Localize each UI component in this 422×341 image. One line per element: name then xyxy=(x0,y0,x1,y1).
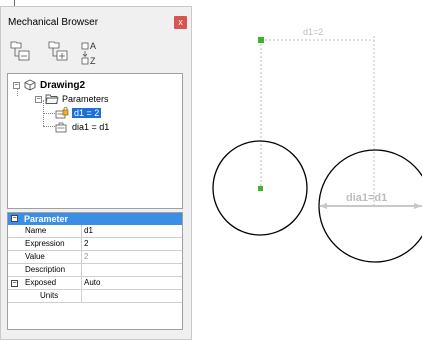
property-row[interactable]: Name d1 xyxy=(8,225,182,238)
parameter-icon xyxy=(55,122,67,133)
mechanical-browser-panel: Mechanical Browser x A Z − Drawing2 − Pa… xyxy=(0,6,192,340)
tree-node-parameter[interactable]: dia1 = d1 xyxy=(55,120,109,134)
tree-collapse-icon xyxy=(10,41,30,61)
properties-grid: − Parameter Name d1 Expression 2 Value 2… xyxy=(7,212,183,330)
grip-point-center[interactable] xyxy=(258,186,263,191)
category-row[interactable]: − Parameter xyxy=(8,213,182,225)
tree-label-parameters: Parameters xyxy=(62,94,109,104)
dimension-label-dia1[interactable]: dia1=d1 xyxy=(346,192,387,204)
drawing-icon xyxy=(24,79,36,91)
dimension-label-d1[interactable]: d1=2 xyxy=(303,27,323,37)
tree-node-drawing[interactable]: − Drawing2 xyxy=(13,78,85,92)
tree-node-parameter[interactable]: d1 = 2 xyxy=(55,106,102,120)
browser-tree: − Drawing2 − Parameters d1 = 2 dia1 = d1 xyxy=(7,73,183,209)
collapse-toggle-icon[interactable]: − xyxy=(11,215,18,222)
sort-a-text: A xyxy=(90,41,96,51)
category-label: Parameter xyxy=(24,214,69,224)
property-row[interactable]: Description xyxy=(8,264,182,277)
collapse-toggle-icon[interactable]: − xyxy=(11,280,18,287)
property-value: 2 xyxy=(84,252,89,261)
tree-label-parameter: dia1 = d1 xyxy=(72,122,110,132)
tree-label-parameter: d1 = 2 xyxy=(72,108,102,118)
property-name: Description xyxy=(22,264,82,276)
property-name: Value xyxy=(22,251,82,263)
property-row[interactable]: Units xyxy=(8,290,182,303)
sort-az-icon: A Z xyxy=(81,41,96,66)
panel-title: Mechanical Browser xyxy=(8,17,99,28)
arrow-icon xyxy=(414,203,422,209)
expand-tree-button[interactable] xyxy=(47,40,69,64)
property-name: Name xyxy=(22,225,82,237)
grip-point-top[interactable] xyxy=(258,37,264,43)
sort-button[interactable]: A Z xyxy=(81,40,105,66)
folder-icon xyxy=(45,94,59,104)
property-row[interactable]: Value 2 xyxy=(8,251,182,264)
property-row[interactable]: Expression 2 xyxy=(8,238,182,251)
property-value[interactable]: d1 xyxy=(84,225,93,237)
arrow-icon xyxy=(319,203,327,209)
tree-label-drawing: Drawing2 xyxy=(40,79,86,91)
property-name: Expression xyxy=(22,238,82,250)
property-row[interactable]: − Exposed Auto xyxy=(8,277,182,290)
tree-expand-icon xyxy=(48,41,68,61)
property-name: Units xyxy=(22,290,82,302)
drawing-canvas[interactable]: d1=2 dia1=d1 xyxy=(195,0,422,341)
sort-z-text: Z xyxy=(90,56,96,66)
property-name: Exposed xyxy=(22,277,82,289)
collapse-toggle-icon[interactable]: − xyxy=(35,95,42,103)
tree-node-parameters[interactable]: − Parameters xyxy=(35,92,109,106)
property-value[interactable]: 2 xyxy=(84,238,88,250)
property-value[interactable]: Auto xyxy=(84,277,100,289)
close-button[interactable]: x xyxy=(174,16,187,29)
collapse-tree-button[interactable] xyxy=(9,40,31,64)
collapse-toggle-icon[interactable]: − xyxy=(13,81,20,89)
parameter-lock-icon xyxy=(55,107,69,119)
